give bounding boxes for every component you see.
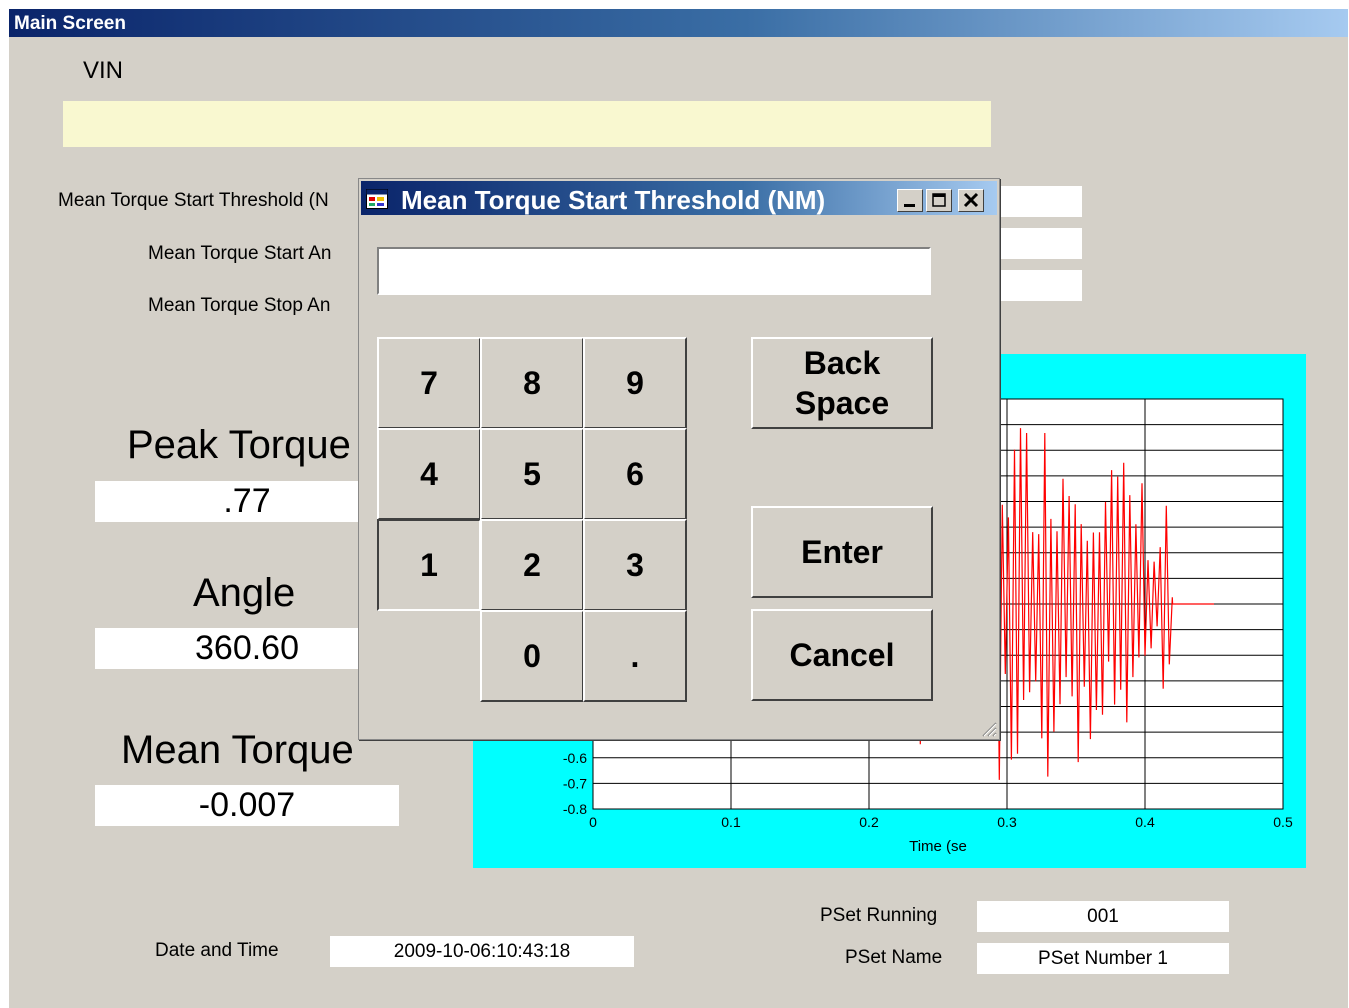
cancel-button[interactable]: Cancel [751, 609, 933, 701]
key-3[interactable]: 3 [583, 519, 687, 611]
mean-torque-label: Mean Torque [121, 728, 354, 772]
key-7[interactable]: 7 [377, 337, 481, 429]
minimize-button[interactable] [897, 189, 923, 212]
key-4[interactable]: 4 [377, 428, 481, 520]
angle-label: Angle [193, 571, 296, 615]
pset-running-label: PSet Running [820, 905, 938, 926]
maximize-icon [932, 193, 946, 207]
start-threshold-label: Mean Torque Start Threshold (N [58, 190, 329, 211]
peak-torque-label: Peak Torque [127, 423, 351, 467]
pset-name-label: PSet Name [845, 947, 943, 968]
x-tick-label: 0.2 [859, 814, 879, 830]
x-tick-label: 0.1 [721, 814, 741, 830]
key-2[interactable]: 2 [480, 519, 584, 611]
y-tick-label: -0.8 [563, 801, 587, 817]
maximize-button[interactable] [926, 189, 952, 212]
app-icon [366, 189, 388, 209]
key-5[interactable]: 5 [480, 428, 584, 520]
main-title-bar: Main Screen [9, 9, 1348, 37]
pset-running-value: 001 [977, 901, 1229, 932]
close-button[interactable] [958, 189, 984, 212]
x-tick-label: 0.4 [1135, 814, 1155, 830]
angle-value: 360.60 [95, 628, 399, 669]
key-8[interactable]: 8 [480, 337, 584, 429]
main-title: Main Screen [14, 13, 126, 34]
peak-torque-value: .77 [95, 481, 399, 522]
x-tick-label: 0.3 [997, 814, 1017, 830]
key-9[interactable]: 9 [583, 337, 687, 429]
y-tick-label: -0.6 [563, 750, 587, 766]
x-tick-label: 0 [589, 814, 597, 830]
minimize-icon [904, 204, 915, 207]
y-tick-label: -0.7 [563, 775, 587, 791]
close-icon [963, 192, 979, 208]
date-time-value: 2009-10-06:10:43:18 [330, 936, 634, 967]
resize-grip-icon[interactable] [979, 719, 997, 737]
vin-field[interactable] [63, 101, 991, 147]
date-time-label: Date and Time [155, 940, 279, 961]
stop-angle-label: Mean Torque Stop An [148, 295, 331, 316]
enter-button[interactable]: Enter [751, 506, 933, 598]
pset-name-value: PSet Number 1 [977, 943, 1229, 974]
vin-label: VIN [83, 57, 124, 84]
dialog-title: Mean Torque Start Threshold (NM) [401, 185, 826, 215]
key-6[interactable]: 6 [583, 428, 687, 520]
dialog-title-bar[interactable]: Mean Torque Start Threshold (NM) [361, 181, 997, 215]
x-tick-label: 0.5 [1273, 814, 1293, 830]
x-axis-label: Time (se [909, 838, 967, 855]
start-angle-label: Mean Torque Start An [148, 243, 332, 264]
key-1[interactable]: 1 [377, 519, 481, 611]
mean-torque-value: -0.007 [95, 785, 399, 826]
key-decimal[interactable]: . [583, 610, 687, 702]
key-0[interactable]: 0 [480, 610, 584, 702]
backspace-button[interactable]: Back Space [751, 337, 933, 429]
value-input[interactable] [377, 247, 931, 295]
keypad-dialog: Mean Torque Start Threshold (NM) 7 8 9 4… [358, 178, 1000, 740]
